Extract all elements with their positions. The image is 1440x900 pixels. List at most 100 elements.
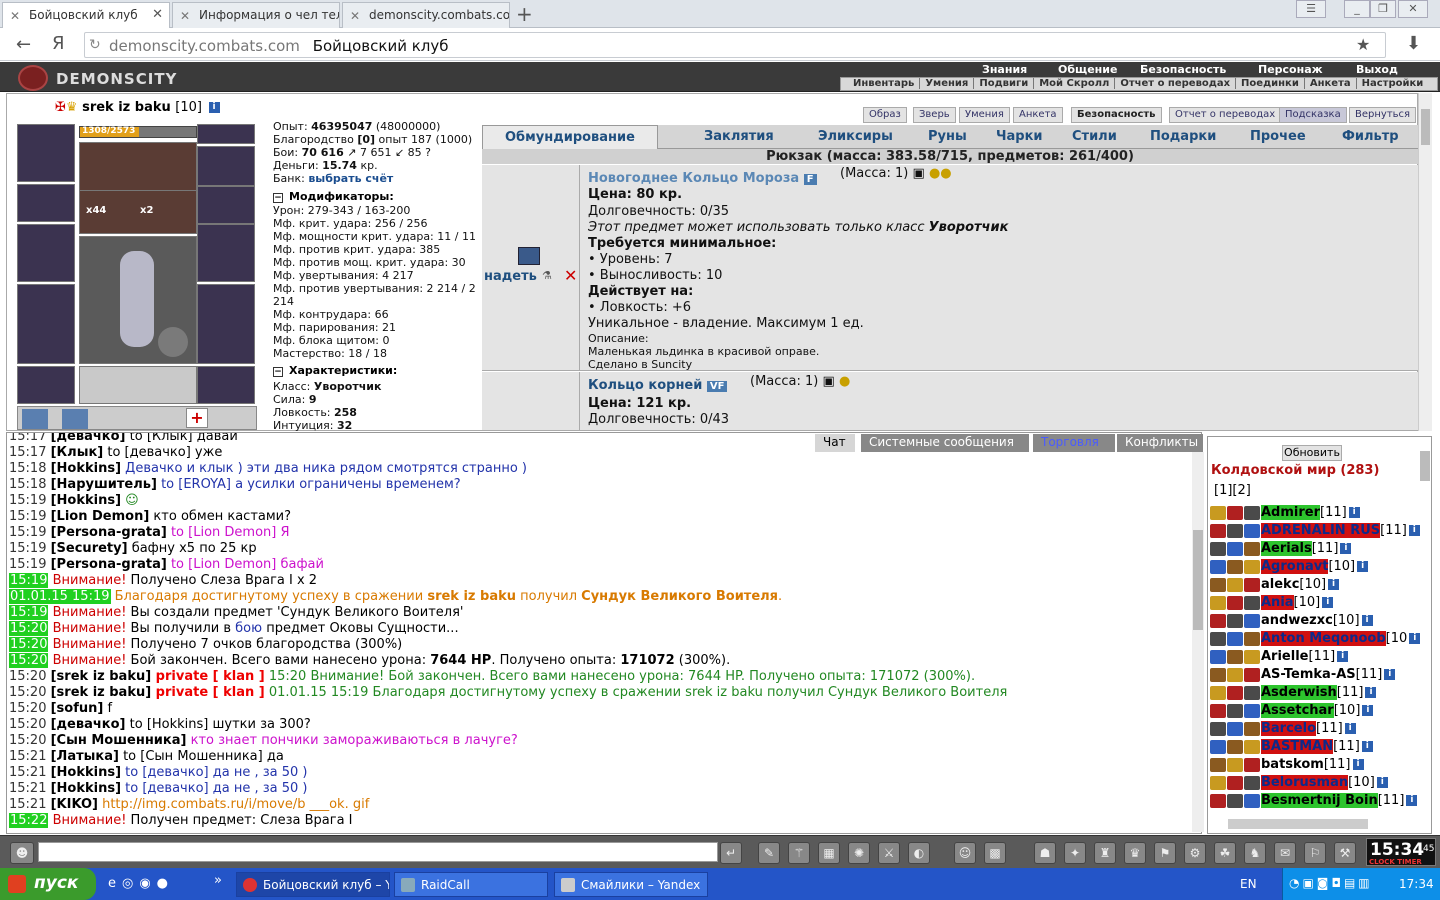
chat-timestamp[interactable]: 15:20 (9, 653, 49, 668)
user-row[interactable]: Assetchar[10] i (1210, 703, 1374, 720)
chat-input[interactable] (38, 842, 718, 862)
chat-timestamp[interactable]: 15:19 (9, 605, 49, 620)
nav-exit[interactable]: Выход (1356, 63, 1398, 76)
subnav-profile[interactable]: Анкета (1309, 78, 1357, 89)
browser-tab-1[interactable]: ✕ Бойцовский клуб ✕ (2, 2, 170, 28)
yandex-icon[interactable]: Я (52, 33, 65, 54)
task-smileys[interactable]: Смайлики – Yandex (554, 872, 708, 897)
chat-nick[interactable]: [srek iz baku] (51, 669, 152, 684)
info-icon[interactable]: i (1365, 687, 1377, 698)
tab-elixirs[interactable]: Эликсиры (818, 129, 893, 144)
magic-icon[interactable]: ✦ (1064, 842, 1086, 864)
chat-timestamp[interactable]: 15:21 (9, 765, 46, 780)
info-icon[interactable]: i (1328, 579, 1340, 590)
private-msg-icon[interactable] (1210, 649, 1226, 664)
item-image[interactable] (518, 247, 540, 265)
flag-icon[interactable]: ⚑ (1154, 842, 1176, 864)
tab-spells[interactable]: Заклятия (704, 129, 774, 144)
map-icon[interactable]: ▩ (984, 842, 1006, 864)
chat-timestamp[interactable]: 15:17 (9, 433, 46, 444)
save-icon[interactable]: ▦ (818, 842, 840, 864)
private-msg-icon[interactable] (1210, 631, 1226, 646)
language-indicator[interactable]: EN (1240, 877, 1257, 891)
info-icon[interactable]: i (1348, 507, 1360, 518)
boots-slot[interactable] (197, 366, 255, 404)
private-msg-icon[interactable] (1210, 757, 1226, 772)
user-name[interactable]: Agronavt (1261, 559, 1329, 574)
legs-slot[interactable] (197, 284, 255, 364)
private-msg-icon[interactable] (1210, 613, 1226, 628)
private-msg-icon[interactable] (1210, 703, 1226, 718)
item-name[interactable]: Кольцо корней VF (588, 378, 728, 393)
chat-timestamp[interactable]: 01.01.15 15:19 (9, 589, 111, 604)
user-row[interactable]: alekc[10] i (1210, 577, 1340, 594)
tab-gifts[interactable]: Подарки (1150, 129, 1216, 144)
scroll-slot[interactable] (62, 409, 88, 429)
clover-icon[interactable]: ☘ (1214, 842, 1236, 864)
btn-transfers[interactable]: Отчет о переводах (1169, 107, 1282, 123)
nav-znaniya[interactable]: Знания (982, 63, 1027, 76)
chat-nick[interactable]: [Hokkins] (51, 781, 121, 796)
collapse-icon[interactable]: − (273, 367, 283, 377)
chat-timestamp[interactable]: 15:19 (9, 541, 46, 556)
send-icon[interactable]: ↵ (720, 842, 742, 864)
user-row[interactable]: ADRENALIN RUS[11] i (1210, 523, 1420, 540)
user-row[interactable]: Asderwish[11] i (1210, 685, 1377, 702)
chat-nick[interactable]: [Латыка] (51, 749, 119, 764)
inventory-scrollbar[interactable] (1418, 93, 1432, 431)
user-row[interactable]: Anton Meqonoob[10 i (1210, 631, 1421, 648)
chat-timestamp[interactable]: 15:19 (9, 493, 46, 508)
user-row[interactable]: Arielle[11] i (1210, 649, 1349, 666)
user-name[interactable]: Besmertnij Boin (1261, 793, 1378, 808)
chat-nick[interactable]: [девачко] (51, 717, 126, 732)
back-icon[interactable]: ← (16, 34, 31, 55)
chat-timestamp[interactable]: 15:19 (9, 573, 49, 588)
user-row[interactable]: Agronavt[10] i (1210, 559, 1369, 576)
chat-timestamp[interactable]: 15:20 (9, 701, 46, 716)
private-msg-icon[interactable] (1210, 577, 1226, 592)
bookmark-star-icon[interactable]: ★ (1356, 35, 1370, 54)
info-icon[interactable]: i (1362, 705, 1374, 716)
info-icon[interactable]: i (1344, 723, 1356, 734)
subnav-battles[interactable]: Поединки (1241, 78, 1305, 89)
info-icon[interactable]: i (1361, 615, 1373, 626)
menu-icon[interactable]: ☰ (1296, 0, 1326, 18)
chat-nick[interactable]: [Securety] (51, 541, 128, 556)
chat-nick[interactable]: [Hokkins] (51, 493, 121, 508)
house-icon[interactable]: ☗ (1034, 842, 1056, 864)
chat-tab-conflicts[interactable]: Конфликты (1117, 434, 1203, 452)
info-icon[interactable]: i (1384, 669, 1396, 680)
btn-back[interactable]: Вернуться (1349, 107, 1417, 123)
private-msg-icon[interactable] (1210, 523, 1226, 538)
subnav-transfers[interactable]: Отчет о переводах (1120, 78, 1237, 89)
info-icon[interactable]: i (1357, 561, 1369, 572)
user-name[interactable]: Assetchar (1261, 703, 1334, 718)
tray-icons[interactable]: ◔▣◙◘▤▥ (1289, 876, 1373, 890)
wear-link[interactable]: надеть (484, 269, 537, 284)
bank-link[interactable]: выбрать счёт (308, 172, 393, 185)
delete-icon[interactable]: ✕ (564, 266, 577, 285)
user-row[interactable]: BASTMAN[11] i (1210, 739, 1373, 756)
chat-timestamp[interactable]: 15:20 (9, 733, 46, 748)
private-msg-icon[interactable] (1210, 685, 1226, 700)
user-name[interactable]: batskom (1261, 757, 1324, 772)
subnav-inventory[interactable]: Инвентарь (853, 78, 921, 89)
chat-nick[interactable]: [sofun] (51, 701, 104, 716)
moon-icon[interactable]: ◐ (908, 842, 930, 864)
user-name[interactable]: Admirer (1261, 505, 1321, 520)
crown-icon[interactable]: ♛ (1124, 842, 1146, 864)
quick-launch-more[interactable]: » (214, 873, 222, 888)
chat-nick[interactable]: [Клык] (51, 445, 104, 460)
scroll-slot[interactable] (22, 409, 48, 429)
private-msg-icon[interactable] (1210, 721, 1226, 736)
user-name[interactable]: Ania (1261, 595, 1294, 610)
character-name[interactable]: srek iz baku (82, 100, 171, 115)
user-row[interactable]: Ania[10] i (1210, 595, 1334, 612)
chat-nick[interactable]: [Hokkins] (51, 461, 121, 476)
user-row[interactable]: Barcelo[11] i (1210, 721, 1356, 738)
tab-other[interactable]: Прочее (1250, 129, 1306, 144)
new-tab-button[interactable]: + (516, 4, 536, 24)
user-name[interactable]: BASTMAN (1261, 739, 1334, 754)
bracer-slot[interactable] (17, 184, 75, 222)
chat-timestamp[interactable]: 15:21 (9, 797, 46, 812)
